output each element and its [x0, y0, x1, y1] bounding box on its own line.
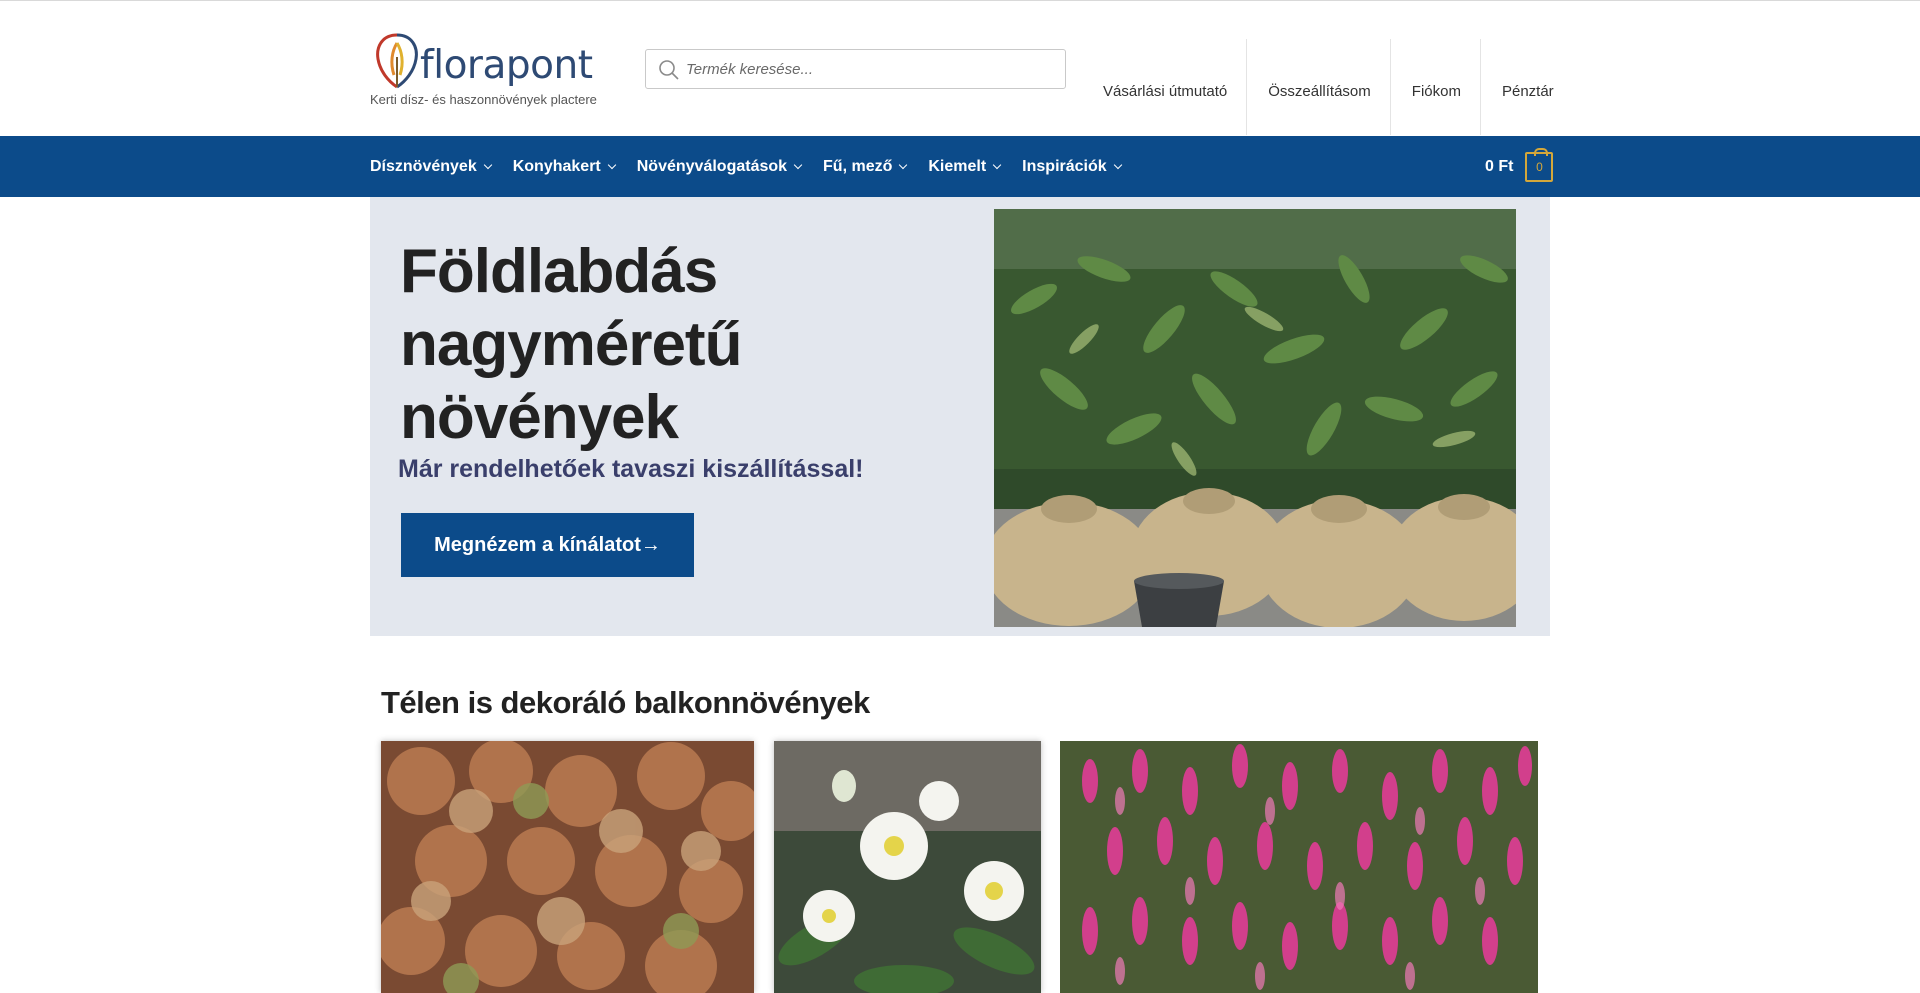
chevron-down-icon — [483, 160, 492, 169]
view-offer-button[interactable]: Megnézem a kínálatot→ — [401, 513, 694, 577]
nav-item-label: Konyhakert — [512, 157, 601, 175]
chevron-down-icon — [607, 160, 616, 169]
chevron-down-icon — [992, 160, 1002, 169]
product-card-hellebore[interactable] — [774, 741, 1041, 993]
nav-item-kitchen-garden[interactable]: Konyhakert — [512, 157, 616, 176]
product-card-heuchera[interactable] — [381, 741, 754, 993]
section-title: Télen is dekoráló balkonnövények — [381, 685, 870, 720]
cart-count-badge: 0 — [1525, 148, 1554, 182]
nav-item-featured[interactable]: Kiemelt — [928, 157, 1002, 176]
search-box — [645, 49, 1066, 89]
nav-item-plant-selections[interactable]: Növényválogatások — [636, 157, 803, 176]
nav-item-ornamental-plants[interactable]: Dísznövények — [370, 157, 492, 176]
logo-wordmark: florapont — [420, 43, 593, 88]
nav-item-label: Fű, mező — [823, 157, 893, 175]
main-nav: Dísznövények Konyhakert Növényválogatáso… — [370, 136, 1143, 197]
secondary-nav: Vásárlási útmutató Összeállításom Fiókom… — [1082, 39, 1573, 135]
site-header: florapont Kerti dísz- és haszonnövények … — [0, 1, 1920, 135]
nav-item-label: Dísznövények — [370, 157, 477, 175]
nav-item-label: Inspirációk — [1022, 157, 1107, 175]
chevron-down-icon — [899, 160, 908, 169]
site-logo[interactable]: florapont Kerti dísz- és haszonnövények … — [368, 29, 608, 111]
search-icon — [659, 60, 679, 80]
hero-image-rootballed-plants[interactable] — [994, 209, 1516, 627]
nav-item-grass-meadow[interactable]: Fű, mező — [823, 157, 908, 176]
chevron-down-icon — [793, 160, 803, 169]
hero-subtitle: Már rendelhetőek tavaszi kiszállítással! — [398, 455, 864, 483]
link-account[interactable]: Fiókom — [1389, 39, 1480, 135]
nav-item-inspirations[interactable]: Inspirációk — [1022, 157, 1122, 176]
cart-total: 0 Ft — [1485, 158, 1514, 175]
main-nav-bar: Dísznövények Konyhakert Növényválogatáso… — [0, 136, 1920, 197]
nav-item-label: Kiemelt — [928, 157, 987, 175]
product-card-heather[interactable] — [1060, 741, 1538, 993]
hero-banner: Földlabdás nagyméretű növények Már rende… — [370, 197, 1550, 636]
flower-logo-icon — [376, 33, 418, 89]
link-shopping-guide[interactable]: Vásárlási útmutató — [1082, 39, 1246, 135]
search-input[interactable] — [686, 51, 1056, 87]
link-checkout[interactable]: Pénztár — [1479, 39, 1573, 135]
logo-tagline: Kerti dísz- és haszonnövények plactere — [370, 92, 597, 107]
chevron-down-icon — [1113, 160, 1122, 169]
cart-button[interactable]: 0 Ft 0 — [1485, 148, 1554, 182]
hero-title: Földlabdás nagyméretű növények — [400, 237, 742, 452]
link-my-compilation[interactable]: Összeállításom — [1246, 39, 1390, 135]
nav-item-label: Növényválogatások — [636, 157, 788, 175]
